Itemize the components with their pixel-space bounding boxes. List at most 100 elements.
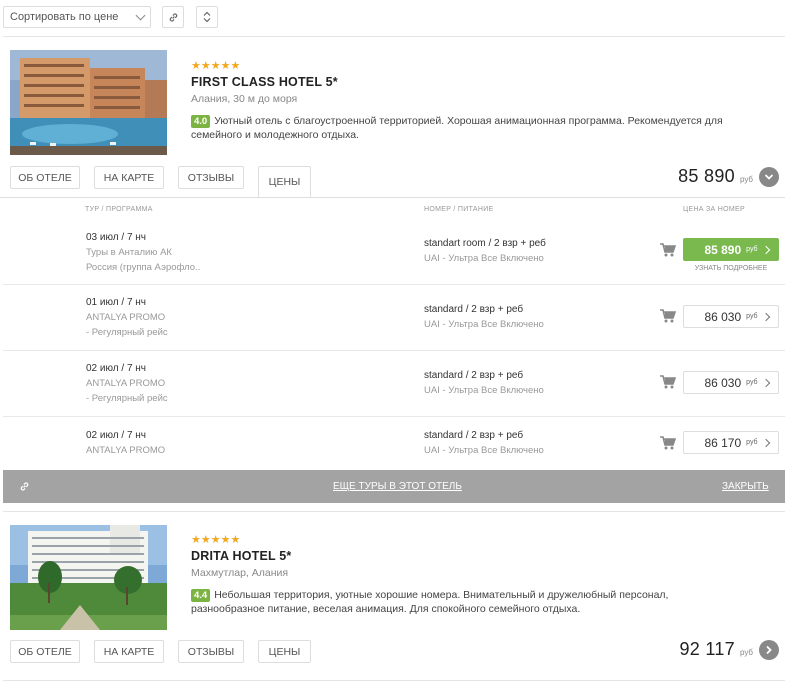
hotel-card: ★★★★★ FIRST CLASS HOTEL 5* Алания, 30 м … bbox=[3, 50, 785, 197]
offer-price: 86 030 bbox=[704, 375, 742, 390]
link-icon bbox=[169, 12, 177, 22]
tab-prices[interactable]: ЦЕНЫ bbox=[258, 166, 311, 197]
description-text: Уютный отель с благоустроенной территори… bbox=[191, 115, 723, 141]
cart-icon[interactable] bbox=[659, 435, 677, 451]
description-text: Небольшая территория, уютные хорошие ном… bbox=[191, 589, 669, 615]
hotel-price: 85 890 руб bbox=[678, 166, 779, 187]
hotel-location: Махмутлар, Алания bbox=[191, 567, 289, 579]
hotel-description: 4.0 Уютный отель с благоустроенной террит… bbox=[191, 114, 741, 142]
chevron-down-icon bbox=[764, 173, 774, 180]
column-header-room: НОМЕР / ПИТАНИЕ bbox=[424, 206, 494, 213]
divider bbox=[3, 416, 785, 417]
column-header-price: ЦЕНА ЗА НОМЕР bbox=[683, 206, 745, 213]
offer-row: 01 июл / 7 нч ANTALYA PROMO - Регулярный… bbox=[3, 292, 785, 350]
offer-program-detail: Россия (группа Аэрофло.. bbox=[86, 262, 201, 273]
price-currency: руб bbox=[739, 648, 753, 657]
sort-select[interactable]: Сортировать по цене bbox=[3, 6, 151, 28]
offer-currency: руб bbox=[746, 439, 758, 446]
hotel-photo-image bbox=[10, 525, 167, 630]
divider bbox=[3, 680, 785, 681]
more-tours-bar: ЕЩЕ ТУРЫ В ЭТОТ ОТЕЛЬ ЗАКРЫТЬ bbox=[3, 470, 785, 503]
hotel-location: Алания, 30 м до моря bbox=[191, 93, 298, 105]
hotel-name[interactable]: FIRST CLASS HOTEL 5* bbox=[191, 75, 741, 89]
offer-program-detail: - Регулярный рейс bbox=[86, 393, 168, 404]
tab-map[interactable]: НА КАРТЕ bbox=[94, 166, 164, 189]
offer-program: ANTALYA PROMO bbox=[86, 312, 166, 323]
tab-about[interactable]: ОБ ОТЕЛЕ bbox=[10, 166, 80, 189]
tab-about[interactable]: ОБ ОТЕЛЕ bbox=[10, 640, 80, 663]
offer-currency: руб bbox=[746, 313, 758, 320]
rating-badge: 4.0 bbox=[191, 115, 211, 128]
offer-program-detail: - Регулярный рейс bbox=[86, 327, 168, 338]
offer-row: 03 июл / 7 нч Туры в Анталию АК Россия (… bbox=[3, 226, 785, 284]
offer-room: standard / 2 взр + реб bbox=[424, 430, 524, 441]
expand-button[interactable] bbox=[759, 639, 779, 660]
close-link[interactable]: ЗАКРЫТЬ bbox=[722, 481, 769, 492]
cart-icon[interactable] bbox=[659, 308, 677, 324]
divider bbox=[3, 284, 785, 285]
divider bbox=[3, 511, 785, 512]
hotel-info: ★★★★★ DRITA HOTEL 5* Махмутлар, Алания 4… bbox=[191, 534, 741, 616]
chevron-right-icon bbox=[761, 378, 771, 388]
hotel-photo[interactable] bbox=[10, 525, 167, 630]
offer-meal: UAI - Ультра Все Включено bbox=[424, 319, 544, 330]
sort-select-label: Сортировать по цене bbox=[10, 11, 119, 23]
sort-arrows-icon bbox=[203, 11, 211, 23]
chevron-right-icon bbox=[766, 645, 772, 654]
chevron-right-icon bbox=[761, 312, 771, 322]
tab-map[interactable]: НА КАРТЕ bbox=[94, 640, 164, 663]
column-header-tour: ТУР / ПРОГРАММА bbox=[85, 206, 153, 213]
offer-meal: UAI - Ультра Все Включено bbox=[424, 253, 544, 264]
cart-icon[interactable] bbox=[659, 242, 677, 258]
offer-date: 01 июл / 7 нч bbox=[86, 297, 147, 308]
offer-price-button[interactable]: 86 030 руб bbox=[683, 305, 779, 328]
offer-price-button[interactable]: 85 890 руб bbox=[683, 238, 779, 261]
chevron-down-icon bbox=[135, 10, 146, 20]
toolbar: Сортировать по цене bbox=[0, 0, 800, 36]
chevron-right-icon bbox=[761, 438, 771, 448]
star-rating: ★★★★★ bbox=[191, 60, 241, 72]
offer-room: standard / 2 взр + реб bbox=[424, 370, 524, 381]
offer-date: 02 июл / 7 нч bbox=[86, 430, 147, 441]
cart-icon[interactable] bbox=[659, 374, 677, 390]
divider bbox=[3, 350, 785, 351]
offer-price: 86 170 bbox=[704, 435, 742, 450]
hotel-info: ★★★★★ FIRST CLASS HOTEL 5* Алания, 30 м … bbox=[191, 60, 741, 142]
price-amount: 85 890 bbox=[678, 166, 735, 186]
tab-reviews[interactable]: ОТЗЫВЫ bbox=[178, 166, 244, 189]
offer-program: Туры в Анталию АК bbox=[86, 247, 172, 258]
details-link[interactable]: УЗНАТЬ ПОДРОБНЕЕ bbox=[683, 265, 779, 272]
hotel-name[interactable]: DRITA HOTEL 5* bbox=[191, 549, 741, 563]
offer-price: 85 890 bbox=[704, 242, 742, 257]
rating-badge: 4.4 bbox=[191, 589, 211, 602]
hotel-tabs: ОБ ОТЕЛЕ НА КАРТЕ ОТЗЫВЫ ЦЕНЫ bbox=[10, 640, 325, 663]
tab-prices[interactable]: ЦЕНЫ bbox=[258, 640, 311, 663]
link-icon[interactable] bbox=[19, 481, 30, 492]
offer-price-button[interactable]: 86 030 руб bbox=[683, 371, 779, 394]
divider bbox=[3, 36, 785, 37]
hotel-photo-image bbox=[10, 50, 167, 155]
offer-program: ANTALYA PROMO bbox=[86, 378, 166, 389]
offer-price: 86 030 bbox=[704, 309, 742, 324]
star-rating: ★★★★★ bbox=[191, 534, 241, 546]
price-currency: руб bbox=[739, 175, 753, 184]
hotel-tabs: ОБ ОТЕЛЕ НА КАРТЕ ОТЗЫВЫ ЦЕНЫ bbox=[10, 166, 325, 197]
sort-direction-button[interactable] bbox=[196, 6, 218, 28]
hotel-description: 4.4 Небольшая территория, уютные хорошие … bbox=[191, 588, 741, 616]
offer-row: 02 июл / 7 нч ANTALYA PROMO standard / 2… bbox=[3, 424, 785, 468]
offer-price-button[interactable]: 86 170 руб bbox=[683, 431, 779, 454]
hotel-card: ★★★★★ DRITA HOTEL 5* Махмутлар, Алания 4… bbox=[3, 525, 785, 665]
link-button[interactable] bbox=[162, 6, 184, 28]
offer-row: 02 июл / 7 нч ANTALYA PROMO - Регулярный… bbox=[3, 358, 785, 416]
offer-currency: руб bbox=[746, 246, 758, 253]
offer-meal: UAI - Ультра Все Включено bbox=[424, 445, 544, 456]
more-tours-link[interactable]: ЕЩЕ ТУРЫ В ЭТОТ ОТЕЛЬ bbox=[333, 481, 462, 492]
offer-program: ANTALYA PROMO bbox=[86, 445, 166, 456]
tab-reviews[interactable]: ОТЗЫВЫ bbox=[178, 640, 244, 663]
hotel-photo[interactable] bbox=[10, 50, 167, 155]
offer-date: 02 июл / 7 нч bbox=[86, 363, 147, 374]
price-amount: 92 117 bbox=[679, 639, 735, 659]
expand-button[interactable] bbox=[759, 166, 779, 187]
hotel-price: 92 117 руб bbox=[679, 639, 779, 660]
offer-room: standard / 2 взр + реб bbox=[424, 304, 524, 315]
